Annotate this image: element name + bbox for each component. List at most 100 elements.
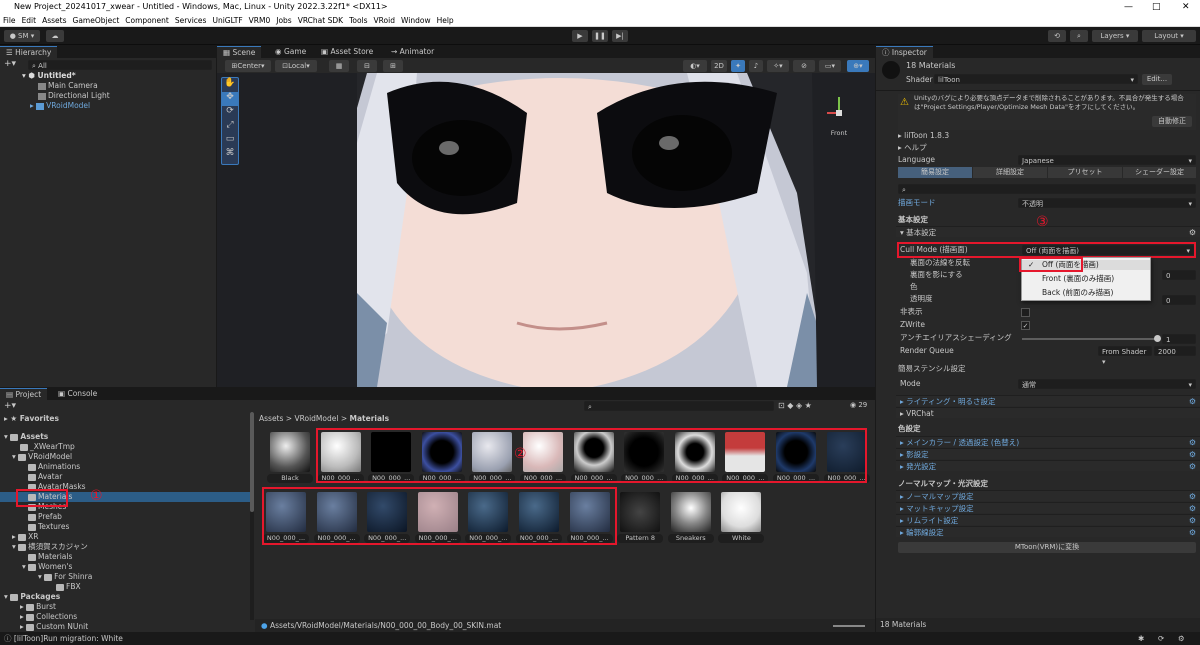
tab-animator[interactable]: ⇝ Animator bbox=[385, 46, 440, 58]
tree-collections[interactable]: ▸ Collections bbox=[20, 612, 77, 622]
gear-icon[interactable]: ⚙ bbox=[1189, 503, 1196, 514]
shading-mode-icon[interactable]: ◐▾ bbox=[683, 60, 707, 72]
gear-icon[interactable]: ⚙ bbox=[1189, 437, 1196, 448]
pause-button[interactable]: ❚❚ bbox=[592, 30, 608, 42]
hand-tool-icon[interactable]: ✋ bbox=[222, 78, 238, 92]
rimlight-foldout[interactable]: ▸ リムライト設定 ⚙ bbox=[896, 514, 1200, 525]
minimize-button[interactable]: — bbox=[1124, 0, 1133, 14]
effects-icon[interactable]: ✧▾ bbox=[767, 60, 789, 72]
move-tool-icon[interactable]: ✥ bbox=[222, 92, 238, 106]
project-search[interactable]: ⌕ bbox=[584, 401, 774, 411]
option-cull-front[interactable]: Front (裏面のみ描画) bbox=[1022, 274, 1150, 284]
audio-icon[interactable]: ♪ bbox=[749, 60, 763, 72]
progress-icon[interactable]: ⟳ bbox=[1158, 632, 1164, 645]
tab-shader-settings[interactable]: シェーダー設定 bbox=[1123, 167, 1196, 178]
outline-foldout[interactable]: ▸ 輪郭線設定 ⚙ bbox=[896, 526, 1200, 537]
search-icon[interactable]: ⌕ bbox=[1070, 30, 1088, 42]
tree-sukajan[interactable]: ▾ 横須賀スカジャン bbox=[12, 542, 88, 552]
hierarchy-scene[interactable]: ▾ ⬢ Untitled* bbox=[22, 71, 76, 81]
tab-game[interactable]: ◉ Game bbox=[269, 46, 312, 58]
auto-fix-button[interactable]: 自動修正 bbox=[1152, 116, 1192, 127]
lighting-foldout[interactable]: ▸ ライティング・明るさ設定 ⚙ bbox=[896, 395, 1200, 406]
menu-tools[interactable]: Tools bbox=[346, 14, 370, 27]
add-icon[interactable]: +▾ bbox=[4, 59, 16, 69]
menu-component[interactable]: Component bbox=[122, 14, 172, 27]
normal-map-foldout[interactable]: ▸ ノーマルマップ設定 ⚙ bbox=[896, 490, 1200, 501]
material-thumbnail[interactable] bbox=[721, 492, 762, 532]
gear-icon[interactable]: ⚙ bbox=[1189, 527, 1196, 538]
layout-dropdown[interactable]: Layout ▾ bbox=[1142, 30, 1196, 42]
hierarchy-item-main-camera[interactable]: Main Camera bbox=[38, 81, 98, 91]
gear-icon[interactable]: ⚙ bbox=[1189, 396, 1196, 407]
tree-sukajan-materials[interactable]: Materials bbox=[28, 552, 72, 562]
lighting-icon[interactable]: ✦ bbox=[731, 60, 745, 72]
cloud-icon[interactable]: ☁ bbox=[46, 30, 64, 42]
menu-vroid[interactable]: VRoid bbox=[371, 14, 398, 27]
snap-icon[interactable]: ⊟ bbox=[357, 60, 377, 72]
vrchat-foldout[interactable]: ▸ VRChat bbox=[896, 407, 1200, 418]
menu-vrm0[interactable]: VRM0 bbox=[246, 14, 274, 27]
hierarchy-item-vroidmodel[interactable]: ▸ VRoidModel bbox=[30, 101, 90, 111]
menu-file[interactable]: File bbox=[0, 14, 19, 27]
stencil-mode-dropdown[interactable]: 通常 ▾ bbox=[1018, 379, 1196, 389]
gear-icon[interactable]: ⚙ bbox=[1189, 461, 1196, 472]
tree-assets[interactable]: ▾ Assets bbox=[4, 432, 48, 442]
tree-prefab[interactable]: Prefab bbox=[28, 512, 62, 522]
tree-favorites[interactable]: ▸ ★ Favorites bbox=[4, 414, 59, 424]
tree-xr[interactable]: ▸ XR bbox=[12, 532, 39, 542]
play-button[interactable]: ▶ bbox=[572, 30, 588, 42]
rotate-tool-icon[interactable]: ⟳ bbox=[222, 106, 238, 120]
tab-asset-store[interactable]: ▣ Asset Store bbox=[315, 46, 379, 58]
version-foldout[interactable]: ▸ lilToon 1.8.3 bbox=[876, 130, 1200, 142]
menu-window[interactable]: Window bbox=[398, 14, 434, 27]
tab-console[interactable]: ▣ Console bbox=[52, 388, 103, 400]
antialias-slider[interactable] bbox=[1022, 335, 1161, 342]
shader-edit-button[interactable]: Edit... bbox=[1142, 74, 1172, 85]
gizmos-icon[interactable]: ⊕▾ bbox=[847, 60, 869, 72]
rect-tool-icon[interactable]: ▭ bbox=[222, 134, 238, 148]
convert-mtoon-button[interactable]: MToon(VRM)に変換 bbox=[898, 542, 1196, 553]
hierarchy-search[interactable]: ⌕ All bbox=[28, 60, 212, 70]
menu-vrchat-sdk[interactable]: VRChat SDK bbox=[295, 14, 346, 27]
toggle-2d-button[interactable]: 2D bbox=[711, 60, 727, 72]
render-mode-dropdown[interactable]: 不透明 ▾ bbox=[1018, 198, 1196, 208]
tab-project[interactable]: ▤ Project bbox=[0, 388, 48, 400]
step-button[interactable]: ▶| bbox=[612, 30, 628, 42]
tab-hierarchy[interactable]: ☰ Hierarchy bbox=[0, 46, 58, 58]
tree-for-shinra[interactable]: ▾ For Shinra bbox=[38, 572, 92, 582]
breadcrumb-assets[interactable]: Assets bbox=[259, 414, 283, 423]
shader-dropdown[interactable]: lilToon ▾ bbox=[934, 74, 1138, 84]
backface-shadow-value[interactable]: 0 bbox=[1162, 270, 1196, 280]
option-cull-back[interactable]: Back (前面のみ描画) bbox=[1022, 288, 1150, 298]
tree-vroidmodel[interactable]: ▾ VRoidModel bbox=[12, 452, 72, 462]
tree-scrollbar[interactable] bbox=[250, 412, 254, 620]
debug-icon[interactable]: ✱ bbox=[1138, 632, 1144, 645]
tree-custom-nunit[interactable]: ▸ Custom NUnit bbox=[20, 622, 88, 632]
increment-icon[interactable]: ⊞ bbox=[383, 60, 403, 72]
hierarchy-item-directional-light[interactable]: Directional Light bbox=[38, 91, 110, 101]
gear-icon[interactable]: ⚙ bbox=[1189, 227, 1196, 238]
inspector-search[interactable]: ⌕ bbox=[898, 184, 1196, 194]
antialias-value[interactable]: 1 bbox=[1162, 334, 1196, 344]
create-icon[interactable]: +▾ bbox=[4, 401, 16, 411]
tab-presets[interactable]: プリセット bbox=[1048, 167, 1122, 178]
language-dropdown[interactable]: Japanese ▾ bbox=[1018, 155, 1196, 165]
breadcrumb-materials[interactable]: Materials bbox=[350, 414, 390, 423]
scale-tool-icon[interactable]: ⤢ bbox=[222, 120, 238, 134]
close-button[interactable]: ✕ bbox=[1182, 0, 1190, 14]
invisible-checkbox[interactable] bbox=[1021, 308, 1030, 317]
scene-viewport[interactable]: ✋ ✥ ⟳ ⤢ ▭ ⌘ Front bbox=[217, 73, 875, 387]
tree-avatar[interactable]: Avatar bbox=[28, 472, 62, 482]
gear-icon[interactable]: ⚙ bbox=[1189, 515, 1196, 526]
zwrite-checkbox[interactable]: ✓ bbox=[1021, 321, 1030, 330]
grid-snap-icon[interactable]: ▦ bbox=[329, 60, 349, 72]
gear-icon[interactable]: ⚙ bbox=[1189, 449, 1196, 460]
scene-gizmo[interactable]: Front bbox=[819, 93, 859, 143]
tree-womens[interactable]: ▾ Women's bbox=[22, 562, 72, 572]
render-queue-value[interactable]: 2000 bbox=[1154, 346, 1196, 356]
zoom-slider[interactable] bbox=[833, 625, 865, 627]
history-icon[interactable]: ⟲ bbox=[1048, 30, 1066, 42]
account-button[interactable]: ● SM ▾ bbox=[4, 30, 40, 42]
tree-animations[interactable]: Animations bbox=[28, 462, 80, 472]
material-thumbnail[interactable] bbox=[620, 492, 661, 532]
